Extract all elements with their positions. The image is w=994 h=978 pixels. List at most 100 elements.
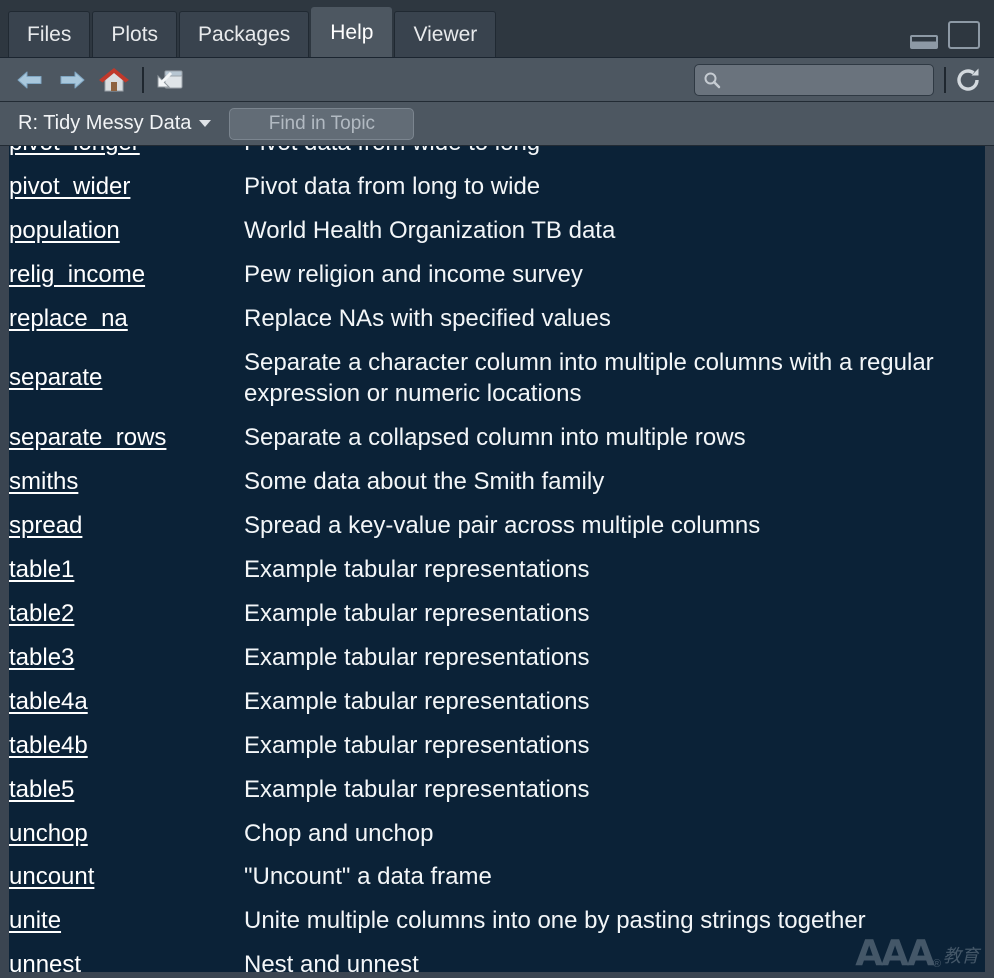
table-row: separate Separate a character column into… — [9, 341, 985, 417]
find-in-topic-input[interactable] — [230, 108, 413, 140]
help-topic-link[interactable]: pivot_longer — [9, 146, 140, 156]
table-row: table1Example tabular representations — [9, 548, 985, 592]
table-row: table4a Example tabular representations — [9, 680, 985, 724]
table-row: separate_rows Separate a collapsed column… — [9, 416, 985, 460]
help-topic-link[interactable]: replace_na — [9, 305, 128, 332]
topic-title: R: Tidy Messy Data — [18, 112, 191, 135]
help-document-scroll: pivot_longerPivot data from wide to long… — [9, 146, 985, 972]
home-icon — [98, 66, 130, 94]
help-topic-description: Example tabular representations — [244, 680, 985, 724]
help-topic-link[interactable]: table4a — [9, 688, 88, 715]
help-topic-name-cell: unchop — [9, 812, 244, 856]
help-topic-description: Example tabular representations — [244, 592, 985, 636]
help-topic-name-cell: relig_income — [9, 253, 244, 297]
help-topic-name-cell: table3 — [9, 636, 244, 680]
pane-tabbar: Files Plots Packages Help Viewer — [0, 0, 994, 58]
tab-label: Viewer — [413, 23, 477, 47]
table-row: table3 Example tabular representations — [9, 636, 985, 680]
help-topic-link[interactable]: uncount — [9, 863, 94, 890]
help-topic-name-cell: unite — [9, 899, 244, 943]
help-topic-description: Chop and unchop — [244, 812, 985, 856]
tab-viewer[interactable]: Viewer — [394, 11, 496, 57]
help-topic-description: Unite multiple columns into one by pasti… — [244, 899, 985, 943]
help-topic-name-cell: spread — [9, 504, 244, 548]
help-topic-name-cell: table4b — [9, 724, 244, 768]
help-topic-link[interactable]: separate — [9, 364, 102, 391]
help-topic-description: Some data about the Smith family — [244, 460, 985, 504]
help-topic-link[interactable]: unnest — [9, 951, 81, 972]
maximize-icon[interactable] — [948, 21, 980, 49]
help-topic-description: Separate a character column into multipl… — [244, 341, 985, 417]
tab-label: Help — [330, 21, 373, 45]
table-row: table4b Example tabular representations — [9, 724, 985, 768]
help-topic-link[interactable]: unite — [9, 907, 61, 934]
tab-help[interactable]: Help — [311, 7, 392, 57]
help-topic-link[interactable]: table3 — [9, 644, 74, 671]
home-button[interactable] — [96, 63, 132, 97]
table-row: uncount "Uncount" a data frame — [9, 855, 985, 899]
help-topic-link[interactable]: unchop — [9, 820, 88, 847]
help-topic-description: Separate a collapsed column into multipl… — [244, 416, 985, 460]
tab-plots[interactable]: Plots — [92, 11, 177, 57]
help-topic-link[interactable]: table1 — [9, 556, 74, 583]
tab-label: Packages — [198, 23, 290, 47]
help-topic-name-cell: table5 — [9, 768, 244, 812]
help-topic-link[interactable]: separate_rows — [9, 424, 166, 451]
help-topic-link[interactable]: table2 — [9, 600, 74, 627]
help-topic-name-cell: pivot_wider — [9, 165, 244, 209]
help-topic-name-cell: table2 — [9, 592, 244, 636]
help-topic-link[interactable]: relig_income — [9, 261, 145, 288]
minimize-icon[interactable] — [910, 35, 938, 49]
help-topic-description: Pew religion and income survey — [244, 253, 985, 297]
help-search-box[interactable] — [694, 64, 934, 96]
table-row: replace_na Replace NAs with specified val… — [9, 297, 985, 341]
table-row: pivot_wider Pivot data from long to wide — [9, 165, 985, 209]
help-index-table: pivot_longerPivot data from wide to long… — [9, 146, 985, 972]
help-document: pivot_longerPivot data from wide to long… — [9, 146, 985, 972]
help-topic-link[interactable]: population — [9, 217, 120, 244]
popout-button[interactable] — [152, 63, 188, 97]
help-topic-description: Example tabular representations — [244, 636, 985, 680]
help-topic-description: Replace NAs with specified values — [244, 297, 985, 341]
help-topic-description: Example tabular representations — [244, 724, 985, 768]
help-topic-description: Pivot data from long to wide — [244, 165, 985, 209]
open-in-new-window-icon — [155, 67, 185, 93]
help-topic-description: "Uncount" a data frame — [244, 855, 985, 899]
help-topic-name-cell: table4a — [9, 680, 244, 724]
table-row: unite Unite multiple columns into one by … — [9, 899, 985, 943]
refresh-button[interactable] — [950, 62, 986, 98]
back-button[interactable] — [12, 63, 48, 97]
help-topic-link[interactable]: smiths — [9, 468, 78, 495]
table-row: unchop Chop and unchop — [9, 812, 985, 856]
help-topic-name-cell: pivot_longer — [9, 146, 244, 165]
help-topic-description: Spread a key-value pair across multiple … — [244, 504, 985, 548]
table-row: pivot_longerPivot data from wide to long — [9, 146, 985, 165]
tab-files[interactable]: Files — [8, 11, 90, 57]
help-topic-description: World Health Organization TB data — [244, 209, 985, 253]
help-topic-link[interactable]: table4b — [9, 732, 88, 759]
help-topic-bar: R: Tidy Messy Data — [0, 102, 994, 146]
help-topic-name-cell: replace_na — [9, 297, 244, 341]
help-topic-link[interactable]: spread — [9, 512, 82, 539]
help-topic-link[interactable]: pivot_wider — [9, 173, 130, 200]
help-topic-link[interactable]: table5 — [9, 776, 74, 803]
tab-label: Plots — [111, 23, 158, 47]
table-row: smiths Some data about the Smith family — [9, 460, 985, 504]
table-row: table5 Example tabular representations — [9, 768, 985, 812]
refresh-icon — [953, 65, 983, 95]
chevron-down-icon[interactable] — [199, 120, 211, 127]
forward-button[interactable] — [54, 63, 90, 97]
tab-packages[interactable]: Packages — [179, 11, 309, 57]
search-icon — [703, 71, 721, 89]
help-topic-description: Example tabular representations — [244, 768, 985, 812]
help-topic-name-cell: separate — [9, 341, 244, 417]
find-in-topic-box[interactable] — [229, 108, 414, 140]
help-topic-name-cell: separate_rows — [9, 416, 244, 460]
help-index-body: pivot_longerPivot data from wide to long… — [9, 146, 985, 972]
help-topic-name-cell: unnest — [9, 943, 244, 972]
refresh-separator — [944, 67, 946, 93]
table-row: population World Health Organization TB d… — [9, 209, 985, 253]
arrow-right-icon — [58, 69, 86, 91]
toolbar-separator — [142, 67, 144, 93]
search-input[interactable] — [725, 71, 933, 89]
